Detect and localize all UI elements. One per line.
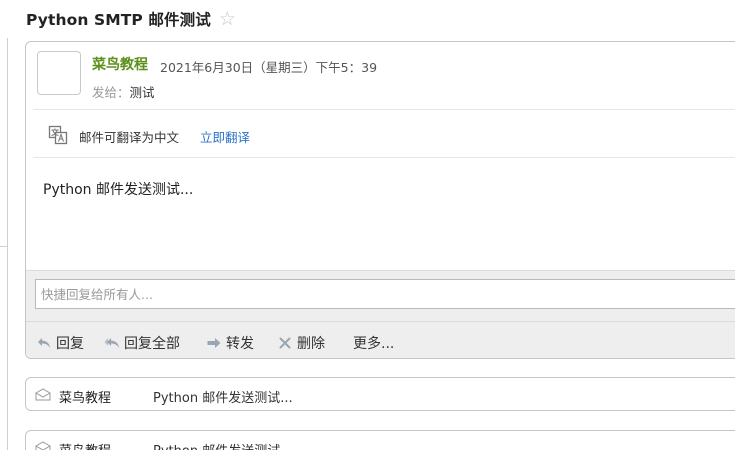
email-subject: Python SMTP 邮件测试 bbox=[26, 11, 211, 29]
forward-button[interactable]: 转发 bbox=[206, 333, 254, 353]
forward-label: 转发 bbox=[226, 336, 254, 352]
translate-now-link[interactable]: 立即翻译 bbox=[200, 127, 250, 146]
recipient-row: 发给：测试 bbox=[92, 82, 155, 101]
left-divider bbox=[7, 38, 8, 450]
recipient-value[interactable]: 测试 bbox=[130, 85, 155, 100]
delete-button[interactable]: 删除 bbox=[277, 333, 325, 353]
thread-sender: 菜鸟教程 bbox=[59, 391, 112, 406]
avatar[interactable] bbox=[37, 51, 81, 95]
thread-item[interactable]: 菜鸟教程 Python 邮件发送测试... bbox=[25, 430, 735, 450]
thread-sender: 菜鸟教程 bbox=[59, 440, 111, 450]
reply-all-icon bbox=[104, 335, 120, 351]
translate-notice: 邮件可翻译为中文 bbox=[79, 130, 180, 145]
left-divider-tick bbox=[0, 246, 8, 247]
email-card: 菜鸟教程 2021年6月30日（星期三）下午5：39 发给：测试 邮件可翻译为中… bbox=[25, 41, 735, 359]
subject-row: Python SMTP 邮件测试 ☆ bbox=[26, 6, 236, 32]
delete-label: 删除 bbox=[297, 336, 325, 352]
envelope-icon bbox=[35, 441, 51, 450]
envelope-icon bbox=[35, 388, 51, 401]
email-datetime: 2021年6月30日（星期三）下午5：39 bbox=[160, 60, 378, 75]
reply-icon bbox=[36, 335, 52, 351]
sender-name[interactable]: 菜鸟教程 bbox=[92, 54, 148, 74]
reply-all-button[interactable]: 回复全部 bbox=[104, 333, 180, 353]
body-divider bbox=[33, 157, 735, 158]
more-label: 更多... bbox=[353, 336, 395, 352]
email-body: Python 邮件发送测试... bbox=[43, 182, 194, 198]
reply-button[interactable]: 回复 bbox=[36, 333, 84, 353]
delete-icon bbox=[277, 335, 293, 351]
reply-toolbar: 回复 回复全部 转发 删除 更多... bbox=[26, 270, 735, 358]
recipient-label: 发给： bbox=[92, 85, 130, 100]
thread-item[interactable]: 菜鸟教程 Python 邮件发送测试... bbox=[25, 377, 735, 411]
toolbar-divider bbox=[26, 321, 735, 322]
thread-snippet: Python 邮件发送测试... bbox=[153, 440, 293, 450]
more-button[interactable]: 更多... bbox=[353, 333, 394, 353]
header-divider bbox=[33, 109, 735, 110]
quick-reply-input[interactable] bbox=[35, 279, 735, 309]
star-icon[interactable]: ☆ bbox=[219, 9, 236, 29]
forward-icon bbox=[206, 335, 222, 351]
thread-snippet: Python 邮件发送测试... bbox=[153, 391, 293, 406]
translate-icon bbox=[48, 125, 68, 145]
reply-label: 回复 bbox=[56, 336, 84, 352]
reply-all-label: 回复全部 bbox=[124, 336, 180, 352]
